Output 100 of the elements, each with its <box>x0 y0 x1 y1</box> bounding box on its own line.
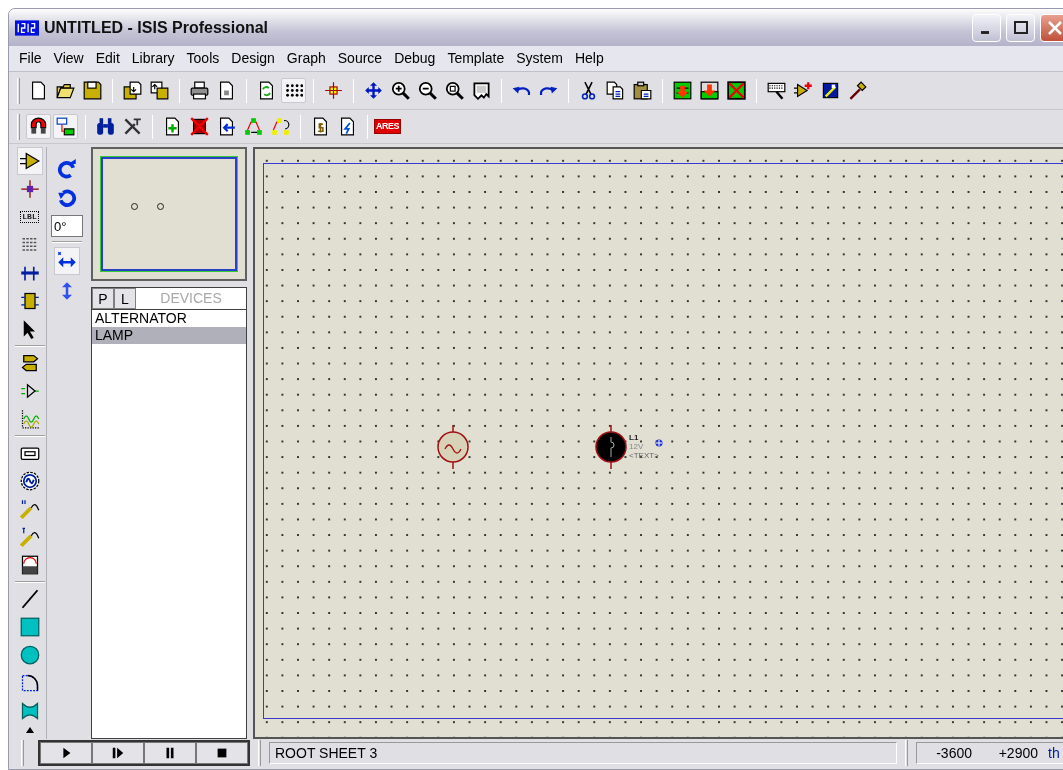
mirror-button[interactable] <box>54 247 80 275</box>
tab-button[interactable]: P <box>92 288 114 309</box>
close-button[interactable] <box>1040 13 1063 42</box>
zoom-icon <box>445 81 464 100</box>
floppy-disk-icon <box>150 81 169 100</box>
chip-icon <box>821 81 840 100</box>
magnet-icon <box>29 117 48 136</box>
page-plus-icon <box>163 117 182 136</box>
zoom-area-icon <box>472 81 491 100</box>
tools-icon <box>123 117 142 136</box>
block-move-icon <box>700 81 719 100</box>
page-icon <box>217 81 236 100</box>
page-arrow-icon <box>217 117 236 136</box>
app-logo-icon <box>15 19 39 36</box>
menu-item[interactable]: Library <box>125 48 181 69</box>
arc-icon <box>19 673 40 693</box>
simulation-button[interactable] <box>196 742 248 764</box>
list-title: DEVICES <box>159 289 223 308</box>
dot-grid-icon <box>284 81 303 100</box>
menu-item[interactable]: Template <box>441 48 511 69</box>
menu-item[interactable]: Help <box>568 48 610 69</box>
junction-icon <box>19 179 40 199</box>
page-dollar-icon <box>311 117 330 136</box>
menu-item[interactable]: Edit <box>89 48 126 69</box>
clipboard-icon <box>633 81 652 100</box>
menu-item[interactable]: Tools <box>180 48 226 69</box>
y-coordinate: +2900 <box>997 743 1038 763</box>
page-cross-icon <box>190 117 209 136</box>
graph-icon <box>19 409 40 429</box>
node-tree-icon <box>271 117 290 136</box>
page-lightning-icon <box>338 117 357 136</box>
minimize-button[interactable] <box>972 13 1001 42</box>
page-icon <box>29 81 48 100</box>
origin-marker-icon <box>655 439 663 447</box>
terminal-icon <box>19 353 40 373</box>
rotate-clockwise-icon <box>57 159 77 179</box>
menu-item[interactable]: Debug <box>388 48 442 69</box>
x-coordinate: -3600 <box>935 743 972 763</box>
path-shape-icon <box>19 701 40 721</box>
maximize-icon <box>1012 19 1029 36</box>
menu-item[interactable]: View <box>47 48 90 69</box>
page-icon <box>257 81 276 100</box>
toolbar-button[interactable] <box>281 78 306 103</box>
hammer-icon <box>848 81 867 100</box>
zoom-in-icon <box>391 81 410 100</box>
tab-button[interactable]: L <box>114 288 136 309</box>
sine-circle-icon <box>19 471 40 491</box>
block-delete-icon <box>727 81 746 100</box>
printer-icon <box>190 81 209 100</box>
probe-icon <box>19 499 40 519</box>
toolbar-button[interactable] <box>53 114 78 139</box>
circle-icon <box>19 645 40 665</box>
node-tree-icon <box>244 117 263 136</box>
scissors-icon <box>579 81 598 100</box>
stop-icon <box>215 746 229 760</box>
binoculars-icon <box>96 117 115 136</box>
zoom-out-icon <box>418 81 437 100</box>
mode-button[interactable] <box>16 147 43 175</box>
menu-item[interactable]: Design <box>225 48 281 69</box>
list-item[interactable]: LAMP <box>92 327 246 344</box>
line-icon <box>19 589 40 609</box>
scroll-up-icon[interactable] <box>25 727 34 733</box>
block-copy-icon <box>673 81 692 100</box>
status-text: ROOT SHEET 3 <box>269 742 897 764</box>
subcircuit-icon <box>19 291 40 311</box>
angle-field[interactable]: 0° <box>51 215 83 237</box>
menu-item[interactable]: System <box>510 48 569 69</box>
component-icon <box>19 151 40 171</box>
toolbar-button[interactable] <box>724 78 749 103</box>
reference-label: L1 <box>629 433 639 442</box>
close-icon <box>1046 19 1063 36</box>
simulation-button[interactable] <box>144 742 196 764</box>
maximize-button[interactable] <box>1006 13 1035 42</box>
simulation-button[interactable] <box>92 742 144 764</box>
mode-button[interactable]: LBL <box>16 203 43 231</box>
square-icon <box>19 617 40 637</box>
rotate-anticlockwise-icon <box>57 189 77 209</box>
floppy-disk-icon <box>123 81 142 100</box>
four-way-arrow-icon <box>364 81 383 100</box>
text-label: <TEXT> <box>629 451 659 460</box>
meter-icon <box>19 555 40 575</box>
window-title: UNTITLED - ISIS Professional <box>44 17 270 38</box>
pin-icon <box>19 381 40 401</box>
toolbar-button[interactable] <box>26 114 51 139</box>
folder-icon <box>56 81 75 100</box>
probe-icon <box>19 527 40 547</box>
device-plus-icon <box>794 81 813 100</box>
list-item[interactable]: ALTERNATOR <box>92 310 246 327</box>
menu-item[interactable]: Graph <box>280 48 332 69</box>
value-label: 12V <box>629 442 644 451</box>
menu-item[interactable]: Source <box>331 48 389 69</box>
minimize-icon <box>980 31 989 34</box>
unit-label: th <box>1048 743 1060 763</box>
copy-pages-icon <box>606 81 625 100</box>
wiring-icon <box>56 117 75 136</box>
step-icon <box>111 746 125 760</box>
menu-item[interactable]: File <box>13 48 48 69</box>
simulation-button[interactable] <box>40 742 92 764</box>
crosshair-icon <box>324 81 343 100</box>
keyboard-hand-icon <box>767 81 786 100</box>
